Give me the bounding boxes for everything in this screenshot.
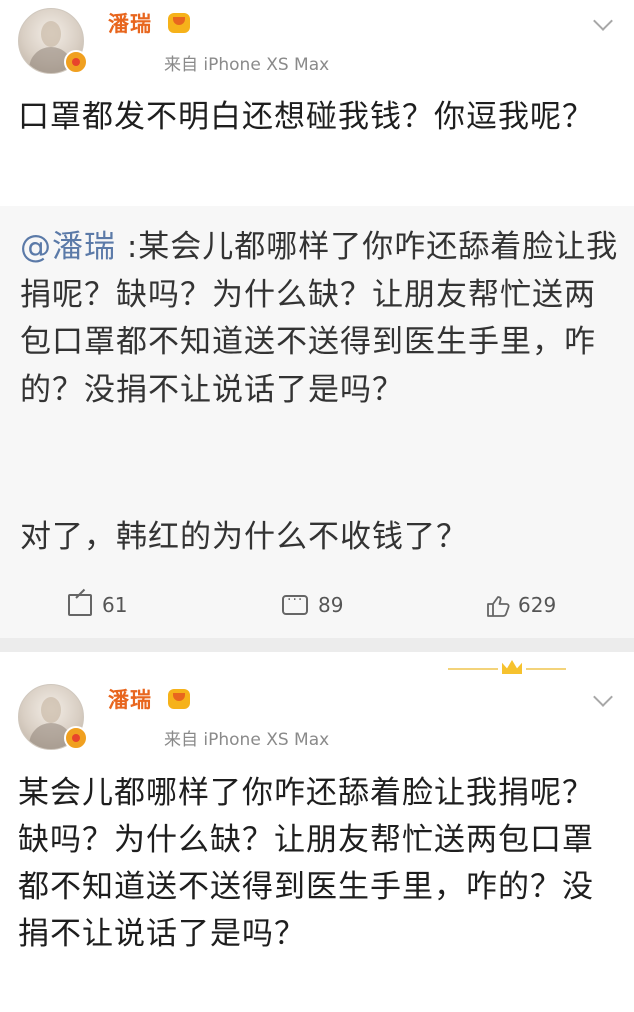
username[interactable]: 潘瑞 xyxy=(108,684,152,714)
chevron-down-icon[interactable] xyxy=(593,11,613,31)
repost-icon xyxy=(68,594,92,616)
post-body: 口罩都发不明白还想碰我钱？你逗我呢？ xyxy=(18,99,594,135)
post-source: 来自 iPhone XS Max xyxy=(164,730,330,750)
vip-crown-icon[interactable] xyxy=(168,689,190,709)
repost-button[interactable]: 61 xyxy=(68,588,127,622)
user-mention[interactable]: @潘瑞 xyxy=(20,229,116,265)
comment-count: 89 xyxy=(318,593,344,617)
like-count: 629 xyxy=(518,593,557,617)
decorative-line xyxy=(526,668,566,670)
quoted-post-extra-text: 对了，韩红的为什么不收钱了？ xyxy=(20,519,468,555)
post-source: 来自 iPhone XS Max xyxy=(164,55,330,75)
post-body: 某会儿都哪样了你咋还舔着脸让我捐呢？缺吗？为什么缺？让朋友帮忙送两包口罩都不知道… xyxy=(18,775,594,952)
comment-icon xyxy=(282,592,308,615)
thumbs-up-icon xyxy=(486,595,510,617)
post-separator xyxy=(0,638,634,652)
username[interactable]: 潘瑞 xyxy=(108,8,152,38)
verified-badge-icon xyxy=(64,726,88,750)
decorative-crown-icon xyxy=(502,660,522,674)
like-button[interactable]: 629 xyxy=(486,588,556,622)
quoted-post-text: @潘瑞 :某会儿都哪样了你咋还舔着脸让我捐呢？缺吗？为什么缺？让朋友帮忙送两包口… xyxy=(20,224,620,414)
chevron-down-icon[interactable] xyxy=(593,687,613,707)
quoted-post[interactable]: @潘瑞 :某会儿都哪样了你咋还舔着脸让我捐呢？缺吗？为什么缺？让朋友帮忙送两包口… xyxy=(0,206,634,638)
weibo-post-1: 潘瑞 来自 iPhone XS Max 口罩都发不明白还想碰我钱？你逗我呢？ @… xyxy=(0,0,634,638)
vip-crown-icon[interactable] xyxy=(168,13,190,33)
comment-button[interactable]: 89 xyxy=(282,588,343,622)
decorative-line xyxy=(448,668,498,670)
repost-count: 61 xyxy=(102,593,128,617)
verified-badge-icon xyxy=(64,50,88,74)
weibo-post-2: 潘瑞 来自 iPhone XS Max 某会儿都哪样了你咋还舔着脸让我捐呢？缺吗… xyxy=(0,652,634,1012)
